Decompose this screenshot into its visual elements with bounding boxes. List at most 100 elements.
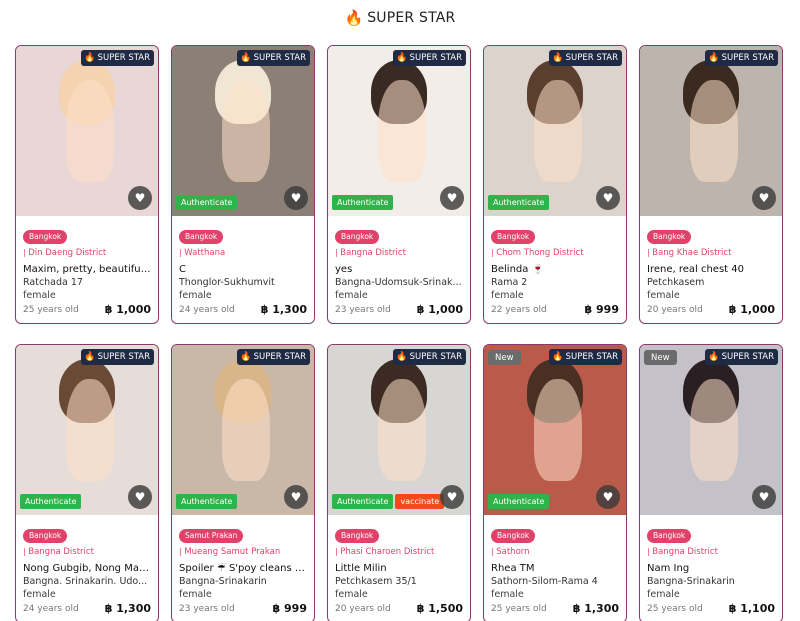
photo-figure-shape bbox=[689, 80, 738, 182]
favorite-heart-icon[interactable]: ♥ bbox=[596, 485, 620, 509]
photo-figure-shape bbox=[221, 80, 270, 182]
profile-location: Bangna-Srinakarin bbox=[647, 576, 735, 587]
profile-photo[interactable]: 🔥 SUPER STAR Authenticate ♥ bbox=[484, 46, 626, 216]
favorite-heart-icon[interactable]: ♥ bbox=[752, 186, 776, 210]
verification-badges: Authenticate bbox=[488, 494, 550, 509]
profile-card[interactable]: 🔥 SUPER STAR Authenticate ♥ Samut Prakan… bbox=[171, 344, 315, 621]
super-star-badge: 🔥 SUPER STAR bbox=[549, 50, 622, 66]
profile-info: Samut Prakan Mueang Samut Prakan Spoiler… bbox=[172, 515, 314, 615]
page-header: 🔥 SUPER STAR bbox=[0, 0, 800, 36]
super-star-badge: 🔥 SUPER STAR bbox=[237, 50, 310, 66]
fire-icon: 🔥 bbox=[396, 352, 408, 362]
photo-figure-shape bbox=[533, 80, 582, 182]
fire-icon: 🔥 bbox=[708, 352, 720, 362]
profile-age: 20 years old bbox=[335, 603, 391, 614]
verification-badges: Authenticate bbox=[488, 195, 550, 210]
new-badge: New bbox=[644, 350, 677, 365]
profile-info: Bangkok Phasi Charoen District Little Mi… bbox=[328, 515, 470, 615]
profile-gender: female bbox=[23, 290, 56, 301]
authenticate-badge: Authenticate bbox=[488, 195, 550, 210]
profile-gender: female bbox=[179, 290, 212, 301]
profile-location: Rama 2 bbox=[491, 277, 528, 288]
profile-photo[interactable]: 🔥 SUPER STAR Authenticate ♥ bbox=[172, 46, 314, 216]
favorite-heart-icon[interactable]: ♥ bbox=[596, 186, 620, 210]
profile-photo[interactable]: New 🔥 SUPER STAR Authenticate ♥ bbox=[484, 345, 626, 515]
profile-gender: female bbox=[647, 290, 680, 301]
profile-price: ฿ 1,300 bbox=[260, 303, 307, 316]
fire-icon: 🔥 bbox=[552, 352, 564, 362]
profile-footer: 23 years old ฿ 999 bbox=[179, 602, 307, 615]
fire-icon: 🔥 bbox=[240, 352, 252, 362]
profile-age: 22 years old bbox=[491, 304, 547, 315]
profile-footer: 22 years old ฿ 999 bbox=[491, 303, 619, 316]
verification-badges: Authenticate bbox=[176, 195, 238, 210]
profile-name: Irene, real chest 40 bbox=[647, 264, 744, 275]
profile-info: Bangkok Bangna District yes Bangna-Udoms… bbox=[328, 216, 470, 316]
fire-icon: 🔥 bbox=[240, 53, 252, 63]
profile-location: Petchkasem bbox=[647, 277, 705, 288]
profile-photo[interactable]: 🔥 SUPER STAR Authenticate ♥ bbox=[172, 345, 314, 515]
profile-price: ฿ 1,000 bbox=[416, 303, 463, 316]
favorite-heart-icon[interactable]: ♥ bbox=[128, 485, 152, 509]
profile-gender: female bbox=[23, 589, 56, 600]
district-label: Din Daeng District bbox=[23, 248, 151, 258]
profile-card[interactable]: New 🔥 SUPER STAR Authenticate ♥ Bangkok … bbox=[483, 344, 627, 621]
favorite-heart-icon[interactable]: ♥ bbox=[284, 186, 308, 210]
verification-badges: Authenticate bbox=[332, 195, 394, 210]
favorite-heart-icon[interactable]: ♥ bbox=[128, 186, 152, 210]
profile-info: Bangkok Chom Thong District Belinda 🍷 Ra… bbox=[484, 216, 626, 316]
profile-photo[interactable]: 🔥 SUPER STAR ♥ bbox=[640, 46, 782, 216]
district-label: Sathorn bbox=[491, 547, 619, 557]
favorite-heart-icon[interactable]: ♥ bbox=[440, 485, 464, 509]
profile-name: Maxim, pretty, beautiful, ... bbox=[23, 264, 151, 275]
profile-price: ฿ 1,300 bbox=[572, 602, 619, 615]
profile-price: ฿ 999 bbox=[272, 602, 307, 615]
profile-photo[interactable]: 🔥 SUPER STAR Authenticate vaccinate ♥ bbox=[328, 345, 470, 515]
profile-location: Petchkasem 35/1 bbox=[335, 576, 417, 587]
super-star-badge: 🔥 SUPER STAR bbox=[81, 349, 154, 365]
favorite-heart-icon[interactable]: ♥ bbox=[752, 485, 776, 509]
profile-card[interactable]: 🔥 SUPER STAR ♥ Bangkok Din Daeng Distric… bbox=[15, 45, 159, 324]
profile-age: 25 years old bbox=[491, 603, 547, 614]
profile-gender: female bbox=[647, 589, 680, 600]
profile-age: 23 years old bbox=[179, 603, 235, 614]
profile-footer: 20 years old ฿ 1,000 bbox=[647, 303, 775, 316]
photo-figure-shape bbox=[221, 379, 270, 481]
verification-badges: Authenticate bbox=[20, 494, 82, 509]
profile-age: 24 years old bbox=[179, 304, 235, 315]
profile-card[interactable]: 🔥 SUPER STAR Authenticate vaccinate ♥ Ba… bbox=[327, 344, 471, 621]
authenticate-badge: Authenticate bbox=[488, 494, 550, 509]
profile-grid: 🔥 SUPER STAR ♥ Bangkok Din Daeng Distric… bbox=[15, 45, 785, 621]
favorite-heart-icon[interactable]: ♥ bbox=[440, 186, 464, 210]
photo-figure-shape bbox=[65, 80, 114, 182]
super-star-badge-label: SUPER STAR bbox=[409, 352, 462, 362]
verification-badges: Authenticate vaccinate bbox=[332, 494, 445, 509]
profile-card[interactable]: 🔥 SUPER STAR Authenticate ♥ Bangkok Bang… bbox=[15, 344, 159, 621]
profile-name: C bbox=[179, 264, 186, 275]
favorite-heart-icon[interactable]: ♥ bbox=[284, 485, 308, 509]
city-tag: Bangkok bbox=[179, 230, 224, 244]
profile-card[interactable]: 🔥 SUPER STAR ♥ Bangkok Bang Khae Distric… bbox=[639, 45, 783, 324]
profile-footer: 25 years old ฿ 1,000 bbox=[23, 303, 151, 316]
photo-figure-shape bbox=[533, 379, 582, 481]
profile-photo[interactable]: 🔥 SUPER STAR ♥ bbox=[16, 46, 158, 216]
photo-figure-shape bbox=[377, 80, 426, 182]
profile-location: Bangna-Udomsuk-Srinak... bbox=[335, 277, 462, 288]
profile-card[interactable]: 🔥 SUPER STAR Authenticate ♥ Bangkok Bang… bbox=[327, 45, 471, 324]
profile-photo[interactable]: New 🔥 SUPER STAR ♥ bbox=[640, 345, 782, 515]
profile-card[interactable]: New 🔥 SUPER STAR ♥ Bangkok Bangna Distri… bbox=[639, 344, 783, 621]
profile-price: ฿ 1,300 bbox=[104, 602, 151, 615]
city-tag: Bangkok bbox=[491, 529, 536, 543]
profile-gender: female bbox=[335, 589, 368, 600]
super-star-badge-label: SUPER STAR bbox=[97, 53, 150, 63]
profile-photo[interactable]: 🔥 SUPER STAR Authenticate ♥ bbox=[328, 46, 470, 216]
super-star-badge: 🔥 SUPER STAR bbox=[237, 349, 310, 365]
new-badge: New bbox=[488, 350, 521, 365]
profile-photo[interactable]: 🔥 SUPER STAR Authenticate ♥ bbox=[16, 345, 158, 515]
district-label: Bangna District bbox=[647, 547, 775, 557]
profile-card[interactable]: 🔥 SUPER STAR Authenticate ♥ Bangkok Watt… bbox=[171, 45, 315, 324]
profile-card[interactable]: 🔥 SUPER STAR Authenticate ♥ Bangkok Chom… bbox=[483, 45, 627, 324]
super-star-badge-label: SUPER STAR bbox=[409, 53, 462, 63]
photo-figure-shape bbox=[377, 379, 426, 481]
profile-age: 25 years old bbox=[23, 304, 79, 315]
